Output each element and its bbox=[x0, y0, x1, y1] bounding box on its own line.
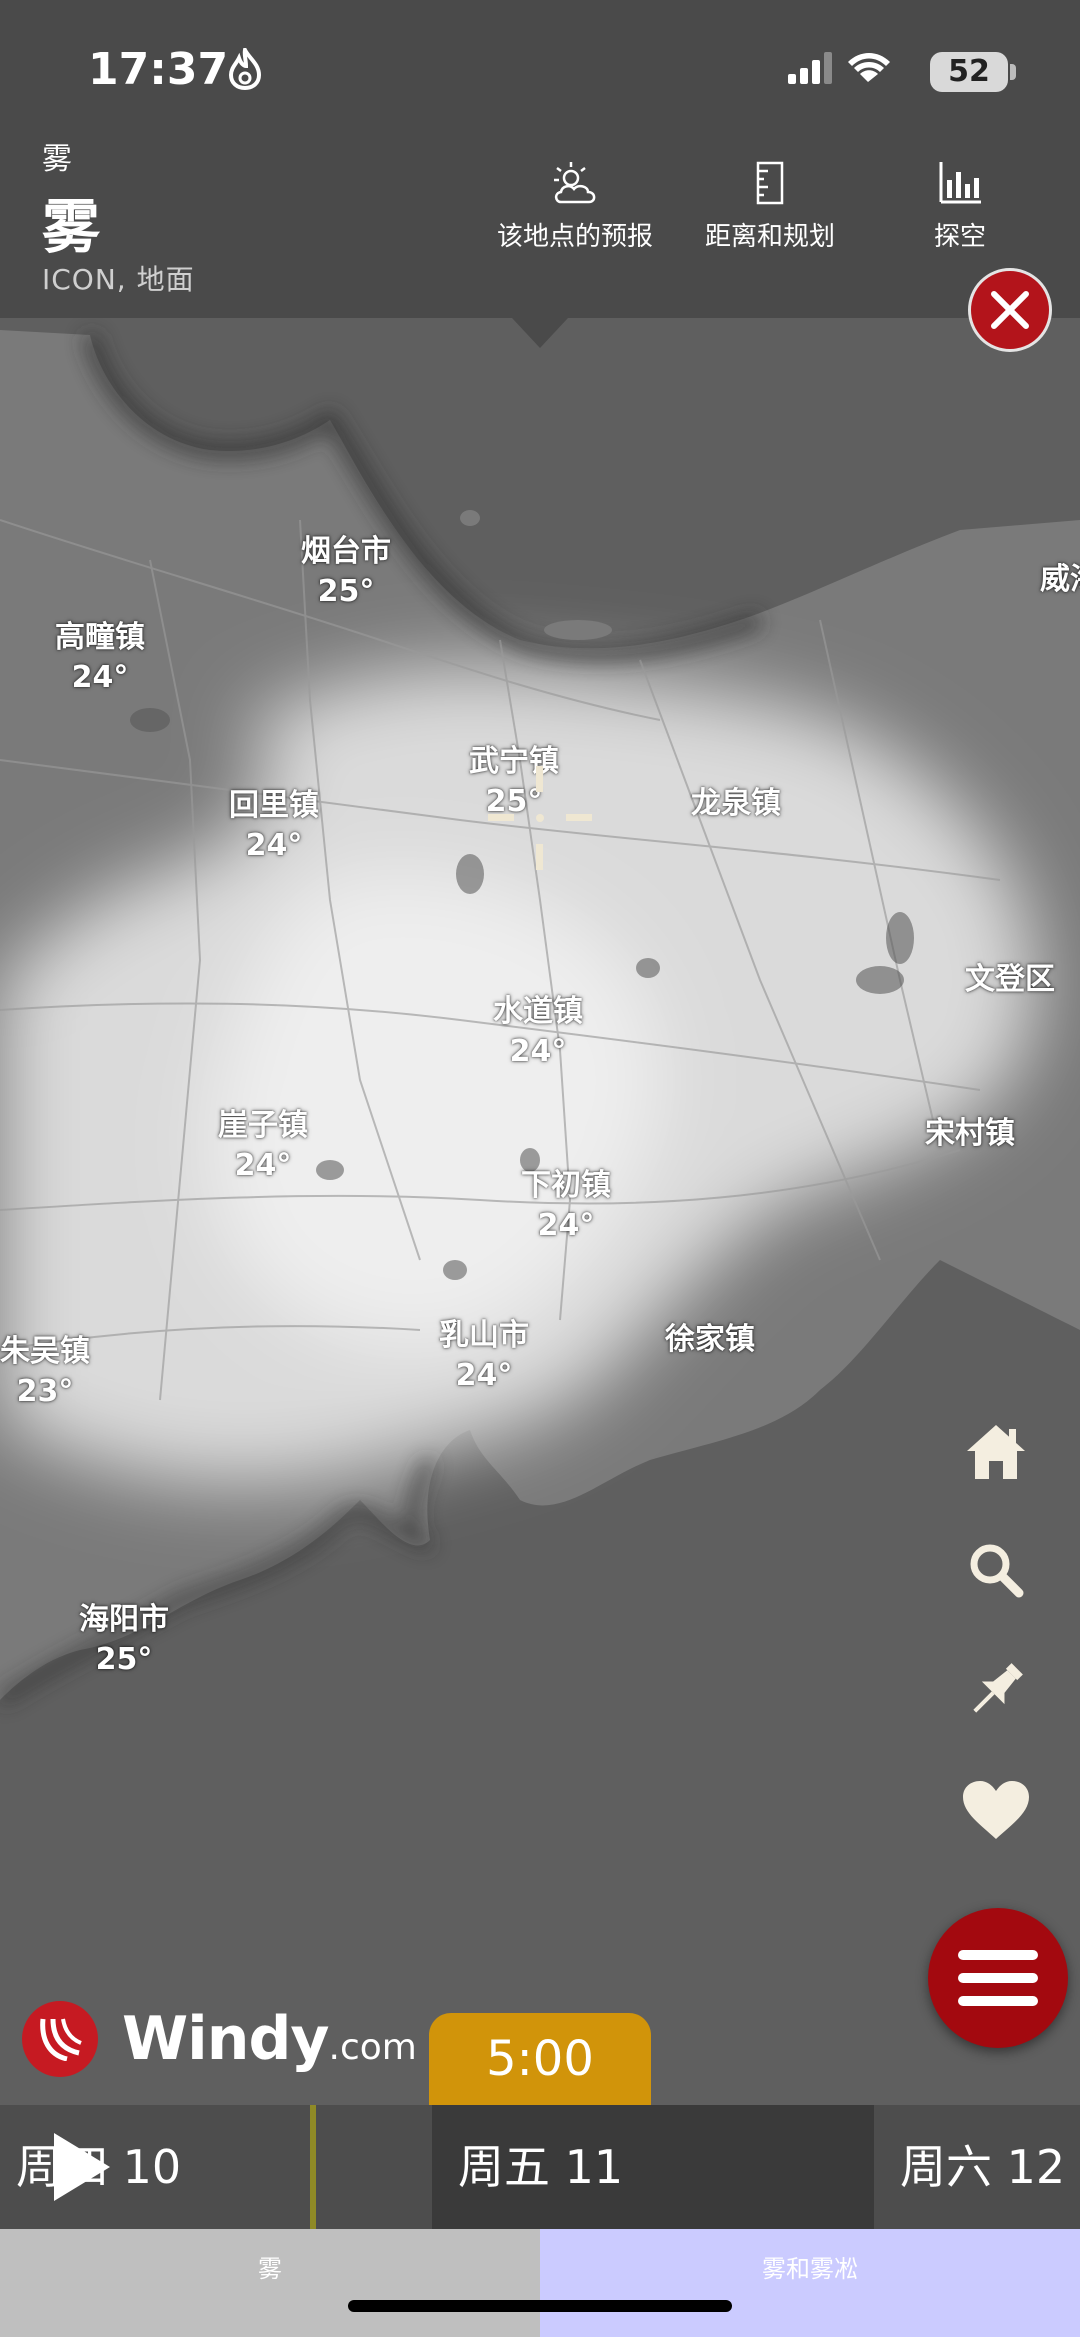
place-label[interactable]: 威海 bbox=[1040, 560, 1080, 600]
bar-chart-icon bbox=[939, 162, 981, 204]
menu-icon bbox=[958, 1950, 1038, 2006]
search-icon bbox=[970, 1544, 1024, 1598]
battery-indicator: 52 bbox=[930, 52, 1008, 92]
place-label[interactable]: 徐家镇 bbox=[665, 1320, 755, 1360]
place-label[interactable]: 海阳市 25° bbox=[79, 1600, 169, 1680]
place-label[interactable]: 下初镇 24° bbox=[521, 1166, 611, 1246]
layer-title: 雾 bbox=[42, 193, 101, 261]
pin-button[interactable] bbox=[956, 1650, 1036, 1730]
place-label[interactable]: 宋村镇 bbox=[925, 1114, 1015, 1154]
status-time: 17:37 bbox=[88, 44, 229, 95]
home-icon bbox=[967, 1425, 1025, 1479]
timeline-day[interactable]: 周六 12 bbox=[900, 2105, 1065, 2229]
timeline-bar[interactable]: 周四 10 周五 11 周六 12 bbox=[0, 2105, 1080, 2229]
favorites-button[interactable] bbox=[956, 1770, 1036, 1850]
place-label[interactable]: 龙泉镇 bbox=[691, 784, 781, 824]
location-crosshair[interactable] bbox=[488, 766, 592, 870]
heart-icon bbox=[963, 1781, 1029, 1839]
place-label[interactable]: 回里镇 24° bbox=[229, 786, 319, 866]
pin-icon bbox=[973, 1663, 1023, 1713]
search-button[interactable] bbox=[956, 1530, 1036, 1610]
signal-wifi-icons bbox=[788, 52, 890, 84]
place-label[interactable]: 烟台市 25° bbox=[301, 532, 391, 612]
sounding-label: 探空 bbox=[933, 222, 986, 252]
model-info: ICON, 地面 bbox=[42, 263, 195, 296]
close-icon bbox=[991, 291, 1029, 329]
current-time-bubble[interactable]: 5:00 bbox=[429, 2013, 651, 2105]
flame-icon bbox=[228, 48, 262, 90]
place-label[interactable]: 水道镇 24° bbox=[493, 992, 583, 1072]
distance-label: 距离和规划 bbox=[704, 222, 835, 252]
weather-partly-cloudy-icon bbox=[554, 162, 596, 204]
forecast-label: 该地点的预报 bbox=[496, 222, 653, 252]
home-indicator bbox=[348, 2300, 732, 2312]
header-pointer bbox=[512, 318, 568, 348]
windy-logo-icon bbox=[22, 2001, 98, 2077]
place-label[interactable]: 崖子镇 24° bbox=[218, 1106, 308, 1186]
home-button[interactable] bbox=[956, 1412, 1036, 1492]
timeline-day[interactable]: 周五 11 bbox=[458, 2105, 623, 2229]
main-menu-button[interactable] bbox=[928, 1908, 1068, 2048]
place-label[interactable]: 朱吴镇 23° bbox=[0, 1332, 90, 1412]
windy-logo: Windy.com bbox=[122, 2004, 417, 2074]
place-label[interactable]: 乳山市 24° bbox=[439, 1316, 529, 1396]
timeline-now-marker bbox=[310, 2105, 316, 2229]
close-button[interactable] bbox=[968, 268, 1052, 352]
sounding-button[interactable]: 探空 bbox=[905, 160, 1015, 253]
top-header: 17:37 52 雾 雾 ICON, 地面 该地点的预报 距离和规划 探空 bbox=[0, 0, 1080, 318]
play-button[interactable] bbox=[54, 2133, 110, 2201]
place-label[interactable]: 文登区 bbox=[965, 960, 1055, 1000]
layer-subtitle: 雾 bbox=[42, 142, 72, 177]
distance-planning-button[interactable]: 距离和规划 bbox=[700, 160, 840, 253]
tab-fog[interactable]: 雾 bbox=[0, 2229, 540, 2337]
tab-fog-and-rime[interactable]: 雾和雾凇 bbox=[540, 2229, 1080, 2337]
forecast-for-location-button[interactable]: 该地点的预报 bbox=[495, 160, 655, 253]
ruler-icon bbox=[756, 161, 784, 205]
place-label[interactable]: 高疃镇 24° bbox=[55, 618, 145, 698]
battery-cap bbox=[1010, 64, 1016, 80]
